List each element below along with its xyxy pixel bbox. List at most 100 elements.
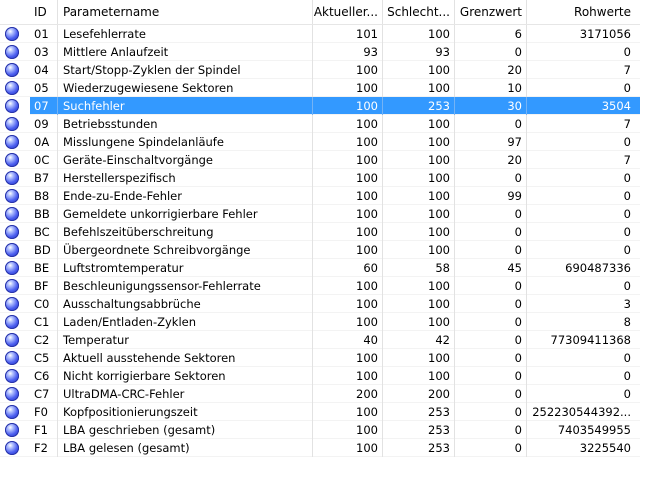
current-value-cell: 101	[313, 25, 383, 43]
threshold-cell: 0	[455, 115, 527, 133]
header-parameter-name[interactable]: Parametername	[58, 0, 313, 24]
worst-value-cell: 100	[383, 205, 455, 223]
table-row[interactable]: F1 LBA geschrieben (gesamt) 100 253 0 7403549…	[0, 421, 640, 439]
table-row[interactable]: 0C Geräte-Einschaltvorgänge 100 100 20 7	[0, 151, 640, 169]
table-row[interactable]: C5 Aktuell ausstehende Sektoren 100 100 0 0	[0, 349, 640, 367]
table-row[interactable]: 09 Betriebsstunden 100 100 0 7	[0, 115, 640, 133]
status-cell	[0, 295, 30, 313]
id-cell: 05	[30, 79, 58, 97]
id-cell: 03	[30, 43, 58, 61]
raw-value-cell: 7	[623, 117, 631, 131]
table-row[interactable]: F0 Kopfpositionierungszeit 100 253 0 25223054…	[0, 403, 640, 421]
status-cell	[0, 259, 30, 277]
threshold-cell: 0	[455, 385, 527, 403]
header-threshold[interactable]: Grenzwert	[455, 0, 527, 24]
status-ok-icon	[5, 261, 19, 275]
table-row[interactable]: BD Übergeordnete Schreibvorgänge 100 100 0 0	[0, 241, 640, 259]
parameter-name-cell: Geräte-Einschaltvorgänge	[58, 151, 313, 169]
table-row[interactable]: C6 Nicht korrigierbare Sektoren 100 100 0 0	[0, 367, 640, 385]
worst-value-cell: 100	[383, 367, 455, 385]
table-row[interactable]: C2 Temperatur 40 42 0 77309411368	[0, 331, 640, 349]
raw-value-cell: 8	[623, 315, 631, 329]
table-row[interactable]: 04 Start/Stopp-Zyklen der Spindel 100 100 20…	[0, 61, 640, 79]
worst-value-cell: 100	[383, 115, 455, 133]
parameter-name-cell: Herstellerspezifisch	[58, 169, 313, 187]
status-cell	[0, 133, 30, 151]
table-row[interactable]: BB Gemeldete unkorrigierbare Fehler 100 100…	[0, 205, 640, 223]
threshold-cell: 0	[455, 169, 527, 187]
header-current-value[interactable]: Aktueller...	[313, 0, 383, 24]
current-value-cell: 100	[313, 277, 383, 295]
id-cell: C6	[30, 367, 58, 385]
status-ok-icon	[5, 279, 19, 293]
parameter-name-cell: Nicht korrigierbare Sektoren	[58, 367, 313, 385]
header-status-column[interactable]	[0, 0, 30, 24]
table-row[interactable]: B7 Herstellerspezifisch 100 100 0 0	[0, 169, 640, 187]
table-row[interactable]: BF Beschleunigungssensor-Fehlerrate 100 100…	[0, 277, 640, 295]
current-value-cell: 100	[313, 241, 383, 259]
table-row[interactable]: 03 Mittlere Anlaufzeit 93 93 0 0	[0, 43, 640, 61]
threshold-cell: 0	[455, 331, 527, 349]
id-cell: 07	[30, 97, 58, 115]
parameter-name-cell: Misslungene Spindelanläufe	[58, 133, 313, 151]
raw-value-cell: 0	[623, 207, 631, 221]
current-value-cell: 60	[313, 259, 383, 277]
current-value-cell: 100	[313, 205, 383, 223]
worst-value-cell: 100	[383, 313, 455, 331]
threshold-cell: 0	[455, 367, 527, 385]
parameter-name-cell: Laden/Entladen-Zyklen	[58, 313, 313, 331]
threshold-cell: 0	[455, 205, 527, 223]
header-raw-value[interactable]: Rohwerte	[527, 0, 640, 24]
header-id[interactable]: ID	[30, 0, 58, 24]
raw-value-cell: 0	[623, 135, 631, 149]
worst-value-cell: 100	[383, 61, 455, 79]
id-cell: B7	[30, 169, 58, 187]
table-row[interactable]: C7 UltraDMA-CRC-Fehler 200 200 0 0	[0, 385, 640, 403]
status-cell	[0, 331, 30, 349]
status-cell	[0, 43, 30, 61]
table-row[interactable]: B8 Ende-zu-Ende-Fehler 100 100 99 0	[0, 187, 640, 205]
current-value-cell: 100	[313, 187, 383, 205]
status-cell	[0, 79, 30, 97]
parameter-name-cell: Start/Stopp-Zyklen der Spindel	[58, 61, 313, 79]
table-row[interactable]: C1 Laden/Entladen-Zyklen 100 100 0 8	[0, 313, 640, 331]
parameter-name-cell: Wiederzugewiesene Sektoren	[58, 79, 313, 97]
current-value-cell: 100	[313, 439, 383, 457]
raw-value-cell: 0	[623, 225, 631, 239]
table-row[interactable]: 05 Wiederzugewiesene Sektoren 100 100 10 0	[0, 79, 640, 97]
table-row[interactable]: 01 Lesefehlerrate 101 100 6 3171056	[0, 25, 640, 43]
raw-value-cell: 0	[623, 189, 631, 203]
table-body: 01 Lesefehlerrate 101 100 6 3171056 03 Mittlere…	[0, 25, 640, 457]
id-cell: C1	[30, 313, 58, 331]
status-ok-icon	[5, 99, 19, 113]
parameter-name-cell: Betriebsstunden	[58, 115, 313, 133]
status-cell	[0, 169, 30, 187]
id-cell: 01	[30, 25, 58, 43]
threshold-cell: 30	[455, 97, 527, 115]
parameter-name-cell: Übergeordnete Schreibvorgänge	[58, 241, 313, 259]
table-row[interactable]: 07 Suchfehler 100 253 30 3504	[0, 97, 640, 115]
threshold-cell: 0	[455, 223, 527, 241]
table-row[interactable]: 0A Misslungene Spindelanläufe 100 100 97 0	[0, 133, 640, 151]
worst-value-cell: 253	[383, 97, 455, 115]
parameter-name-cell: LBA geschrieben (gesamt)	[58, 421, 313, 439]
raw-value-cell: 3	[623, 297, 631, 311]
current-value-cell: 100	[313, 133, 383, 151]
header-worst-value[interactable]: Schlecht...	[383, 0, 455, 24]
table-row[interactable]: BC Befehlszeitüberschreitung 100 100 0 0	[0, 223, 640, 241]
table-row[interactable]: BE Luftstromtemperatur 60 58 45 690487336	[0, 259, 640, 277]
id-cell: F2	[30, 439, 58, 457]
parameter-name-cell: Befehlszeitüberschreitung	[58, 223, 313, 241]
current-value-cell: 100	[313, 79, 383, 97]
table-row[interactable]: F2 LBA gelesen (gesamt) 100 253 0 3225540	[0, 439, 640, 457]
id-cell: 09	[30, 115, 58, 133]
threshold-cell: 10	[455, 79, 527, 97]
table-row[interactable]: C0 Ausschaltungsabbrüche 100 100 0 3	[0, 295, 640, 313]
status-ok-icon	[5, 171, 19, 185]
status-cell	[0, 187, 30, 205]
parameter-name-cell: Gemeldete unkorrigierbare Fehler	[58, 205, 313, 223]
threshold-cell: 0	[455, 277, 527, 295]
current-value-cell: 100	[313, 223, 383, 241]
threshold-cell: 20	[455, 61, 527, 79]
current-value-cell: 100	[313, 367, 383, 385]
